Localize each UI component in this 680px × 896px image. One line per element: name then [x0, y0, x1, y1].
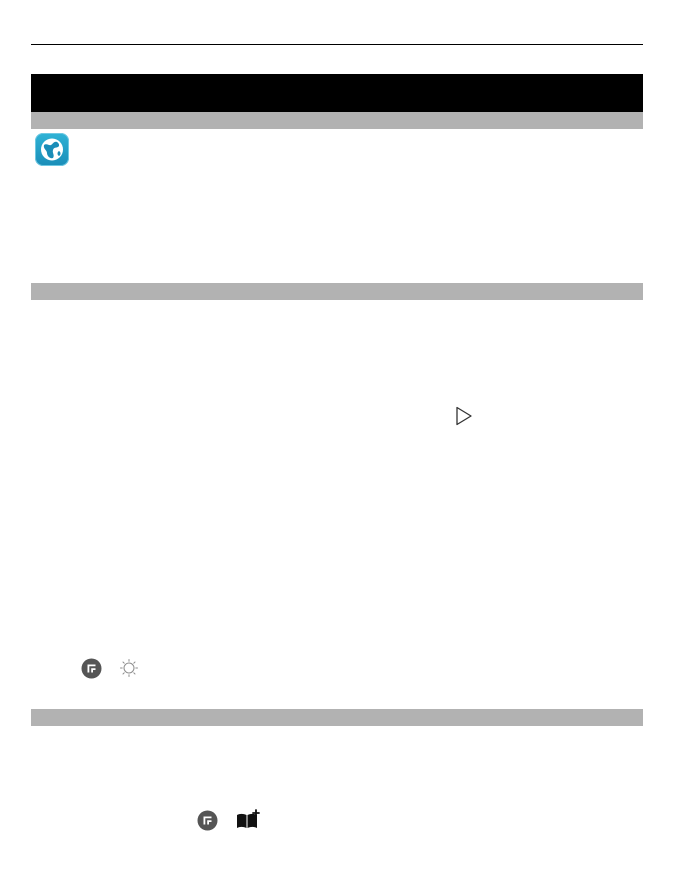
browser-globe-icon: [35, 133, 69, 166]
page-header-bar: [31, 74, 643, 112]
options-menu-icon-2: [197, 810, 218, 831]
section-bar-2: [31, 283, 643, 300]
options-menu-icon: [81, 658, 102, 679]
brightness-icon: [119, 658, 139, 678]
section-bar-1: [31, 112, 643, 129]
section-bar-3: [31, 709, 643, 726]
top-rule: [31, 44, 643, 45]
play-icon: [455, 406, 473, 426]
add-bookmark-icon: [236, 809, 262, 831]
